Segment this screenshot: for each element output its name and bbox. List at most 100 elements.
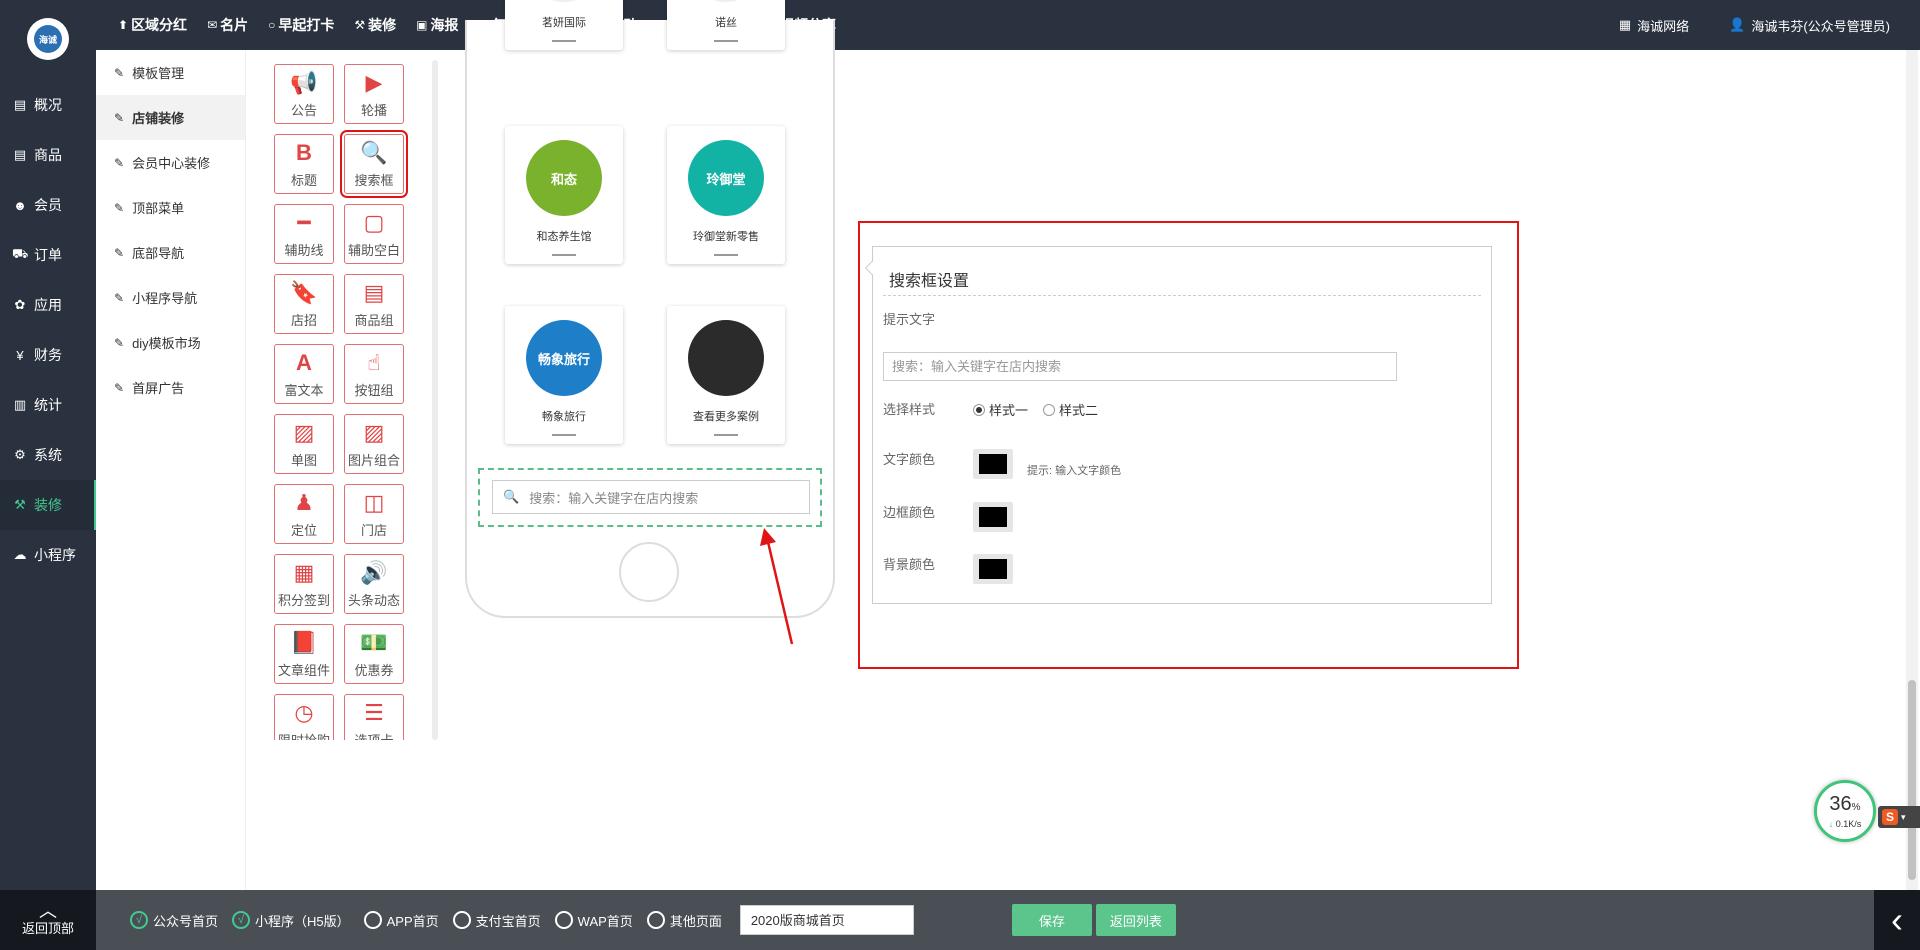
- top-nav-label: 早起打卡: [278, 17, 335, 33]
- back-to-list-button[interactable]: 返回列表: [1095, 904, 1176, 936]
- logo[interactable]: 海诚: [27, 18, 69, 60]
- component-calendar[interactable]: ▦ 积分签到: [274, 554, 334, 614]
- page-type-option[interactable]: APP首页: [363, 911, 439, 930]
- component-hand-pointer[interactable]: ☝ 按钮组: [344, 344, 404, 404]
- top-nav-item[interactable]: ✉ 名片: [207, 15, 248, 35]
- overview-icon: ▤: [13, 97, 27, 112]
- user-menu[interactable]: 👤 海诚韦芬(公众号管理员): [1729, 16, 1890, 35]
- font-icon: A: [296, 349, 312, 375]
- border-color-label: 边框颜色: [883, 505, 936, 520]
- case-label: 玲御堂新零售: [693, 231, 759, 243]
- bg-color-picker[interactable]: [973, 554, 1013, 584]
- sidebar-item[interactable]: ⚒ 装修: [0, 480, 96, 530]
- component-server[interactable]: ▤ 商品组: [344, 274, 404, 334]
- chevron-left-icon: ‹: [1891, 899, 1903, 940]
- component-minus[interactable]: ━ 辅助线: [274, 204, 334, 264]
- ime-toolbar[interactable]: S ▾: [1878, 806, 1920, 828]
- component-person-location[interactable]: ♟ 定位: [274, 484, 334, 544]
- top-nav-item[interactable]: ▣ 海报: [416, 15, 458, 35]
- page-scrollbar-thumb[interactable]: [1908, 680, 1916, 880]
- component-video-file[interactable]: ▶ 轮播: [344, 64, 404, 124]
- page-type-option[interactable]: √ 小程序（H5版）: [232, 911, 350, 930]
- sidebar-item[interactable]: ▤ 概况: [0, 80, 96, 130]
- component-image-file[interactable]: ▨ 单图: [274, 414, 334, 474]
- pencil-icon: ✎: [114, 380, 125, 395]
- top-nav-label: 名片: [220, 17, 249, 33]
- component-megaphone[interactable]: 📢 公告: [274, 64, 334, 124]
- stats-icon: ▥: [13, 397, 27, 412]
- component-picture[interactable]: ▨ 图片组合: [344, 414, 404, 474]
- component-list[interactable]: ☰ 选项卡: [344, 694, 404, 740]
- component-label: 按钮组: [354, 382, 394, 398]
- component-bold[interactable]: B 标题: [274, 134, 334, 194]
- text-color-picker[interactable]: [973, 449, 1013, 479]
- search-box-preview[interactable]: 🔍 搜索：输入关键字在店内搜索: [478, 468, 822, 527]
- template-name-input[interactable]: 2020版商城首页: [739, 905, 914, 935]
- subnav-item-label: 店铺装修: [132, 111, 185, 126]
- sidebar-item[interactable]: ✿ 应用: [0, 280, 96, 330]
- page-type-label: 公众号首页: [153, 913, 219, 929]
- case-logo: [688, 320, 764, 396]
- subnav-item[interactable]: ✎ 底部导航: [96, 230, 245, 275]
- component-font[interactable]: A 富文本: [274, 344, 334, 404]
- component-bookmark[interactable]: 🔖 店招: [274, 274, 334, 334]
- top-nav-item[interactable]: ⬆ 区域分红: [118, 15, 187, 35]
- org-link[interactable]: ▦ 海诚网络: [1619, 16, 1689, 35]
- case-card[interactable]: 和态 和态养生馆: [505, 126, 623, 264]
- style-option-2-label: 样式二: [1059, 403, 1099, 418]
- style-option-2[interactable]: 样式二: [1043, 400, 1098, 419]
- bg-color-fill: [979, 559, 1007, 579]
- subnav-item[interactable]: ✎ 会员中心装修: [96, 140, 245, 185]
- page-scrollbar[interactable]: [1906, 50, 1918, 890]
- top-nav-item[interactable]: ⚒ 装修: [354, 15, 396, 35]
- component-book[interactable]: 📕 文章组件: [274, 624, 334, 684]
- page-type-option[interactable]: √ 公众号首页: [130, 911, 218, 930]
- component-money[interactable]: 💵 优惠券: [344, 624, 404, 684]
- sidebar-item-label: 装修: [34, 497, 62, 513]
- text-color-hint: 提示: 输入文字颜色: [1027, 465, 1122, 477]
- page-type-option[interactable]: WAP首页: [554, 911, 633, 930]
- page-type-label: 其他页面: [669, 913, 722, 929]
- subnav-item[interactable]: ✎ 店铺装修: [96, 95, 245, 140]
- page-type-option[interactable]: 支付宝首页: [452, 911, 541, 930]
- case-card-top-2[interactable]: 诺丝: [667, 0, 785, 50]
- subnav-item[interactable]: ✎ 首屏广告: [96, 365, 245, 410]
- page-type-option[interactable]: 其他页面: [646, 911, 722, 930]
- subnav-item[interactable]: ✎ 小程序导航: [96, 275, 245, 320]
- component-volume[interactable]: 🔊 头条动态: [344, 554, 404, 614]
- subnav-item[interactable]: ✎ 顶部菜单: [96, 185, 245, 230]
- component-search[interactable]: 🔍 搜索框: [340, 130, 408, 198]
- sidebar-item[interactable]: ▥ 统计: [0, 380, 96, 430]
- sidebar-item[interactable]: ☻ 会员: [0, 180, 96, 230]
- network-speed-widget[interactable]: 36% ↓ 0.1K/s: [1814, 780, 1876, 842]
- back-to-top-label: 返回顶部: [21, 920, 74, 936]
- border-color-picker[interactable]: [973, 502, 1013, 532]
- sidebar-item[interactable]: ▤ 商品: [0, 130, 96, 180]
- component-square[interactable]: ▢ 辅助空白: [344, 204, 404, 264]
- settings-title: 搜索框设置: [889, 273, 970, 290]
- case-divider: [714, 40, 738, 42]
- brush-icon: ⚒: [14, 497, 26, 512]
- subnav-item[interactable]: ✎ 模板管理: [96, 50, 245, 95]
- back-to-top-button[interactable]: ︿ 返回顶部: [0, 890, 96, 950]
- style-option-1[interactable]: 样式一: [973, 400, 1028, 419]
- top-nav-item[interactable]: ○ 早起打卡: [268, 15, 334, 35]
- component-clock[interactable]: ◷ 限时抢购: [274, 694, 334, 740]
- check-circle-icon: √: [232, 911, 251, 929]
- sidebar-item[interactable]: ☁ 小程序: [0, 530, 96, 580]
- collapse-panel-button[interactable]: ‹: [1874, 890, 1920, 950]
- bottom-action-bar: √ 公众号首页 √ 小程序（H5版） APP首页 支付宝首页 WAP首页 其他页面 2020版…: [96, 890, 1920, 950]
- case-card-top-1[interactable]: 茗妍国际: [505, 0, 623, 50]
- subnav-item[interactable]: ✎ diy模板市场: [96, 320, 245, 365]
- save-button[interactable]: 保存: [1011, 904, 1092, 936]
- hint-text-input[interactable]: 搜索：输入关键字在店内搜索: [883, 352, 1397, 381]
- case-card[interactable]: 查看更多案例: [667, 306, 785, 444]
- sidebar-item[interactable]: ¥ 财务: [0, 330, 96, 380]
- sidebar-item[interactable]: ⚙ 系统: [0, 430, 96, 480]
- sidebar-item[interactable]: ⛟ 订单: [0, 230, 96, 280]
- sidebar-item-label: 概况: [34, 97, 62, 113]
- case-card[interactable]: 畅象旅行 畅象旅行: [505, 306, 623, 444]
- case-card[interactable]: 玲御堂 玲御堂新零售: [667, 126, 785, 264]
- component-panel-scrollbar[interactable]: [432, 60, 438, 740]
- component-columns[interactable]: ◫ 门店: [344, 484, 404, 544]
